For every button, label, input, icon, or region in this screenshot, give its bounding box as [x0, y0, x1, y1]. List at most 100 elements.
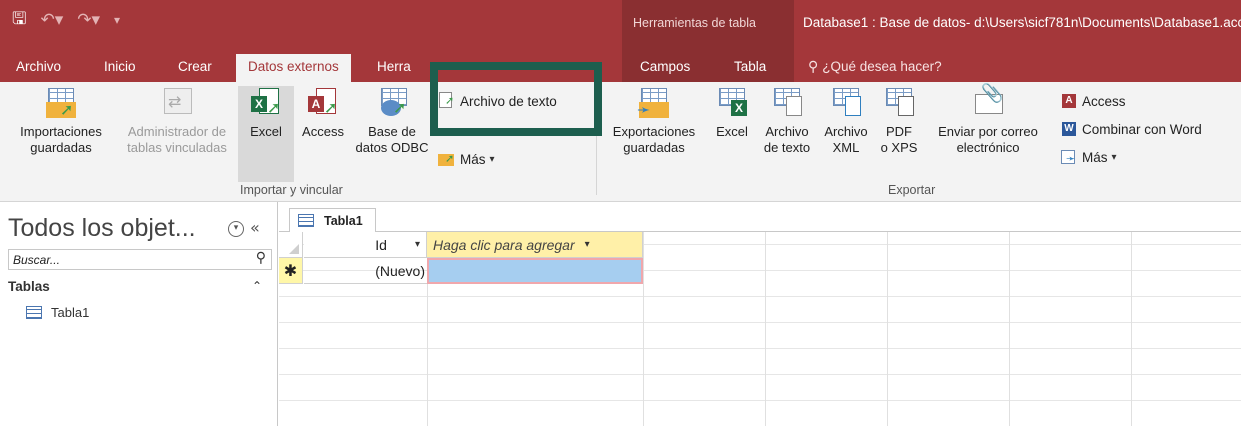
- export-more-button[interactable]: ➛ Más ▾: [1060, 148, 1117, 166]
- ribbon-tabs: Archivo Inicio Crear Datos externos Herr…: [0, 52, 1241, 82]
- quick-access-toolbar: 🖫 ↶▾ ↷▾ ▾: [12, 8, 120, 32]
- export-xml-button[interactable]: Archivo XML: [818, 86, 874, 156]
- cell-add-new[interactable]: [427, 258, 643, 284]
- nav-search-input[interactable]: [9, 250, 239, 269]
- tab-herramientas[interactable]: Herra: [377, 59, 411, 74]
- save-icon[interactable]: 🖫: [12, 6, 26, 35]
- saved-imports-icon: ➚: [44, 86, 78, 120]
- import-excel-label: Excel: [250, 124, 282, 139]
- excel-icon: X ➚: [249, 86, 283, 120]
- word-merge-button[interactable]: W Combinar con Word: [1060, 120, 1202, 138]
- customize-qat-icon[interactable]: ▾: [114, 13, 120, 27]
- nav-menu-chevron-icon[interactable]: ▾: [228, 221, 244, 237]
- word-merge-label: Combinar con Word: [1082, 121, 1202, 137]
- highlight-callout: [430, 62, 602, 136]
- saved-imports-label: Importaciones: [20, 124, 102, 139]
- select-all-button[interactable]: [279, 232, 303, 258]
- document-tab-label: Tabla1: [324, 213, 363, 228]
- import-access-button[interactable]: A ➚ Access: [296, 86, 350, 140]
- odbc-label-2: datos ODBC: [355, 140, 429, 155]
- nav-item-label: Tabla1: [51, 305, 90, 320]
- export-excel-button[interactable]: X Excel: [708, 86, 756, 140]
- import-access-label: Access: [302, 124, 344, 139]
- export-pdf-icon: [882, 86, 916, 120]
- undo-icon[interactable]: ↶▾: [40, 10, 63, 30]
- linked-table-manager-icon: ⇄: [160, 86, 194, 120]
- tab-archivo[interactable]: Archivo: [16, 59, 61, 74]
- table-icon: [298, 214, 314, 227]
- export-text-label-2: de texto: [763, 140, 811, 155]
- ribbon: ➚ Importaciones guardadas ⇄ Administrado…: [0, 82, 1241, 202]
- linked-table-manager-button: ⇄ Administrador de tablas vinculadas: [118, 86, 236, 156]
- export-access-label: Access: [1082, 93, 1126, 109]
- column-header-add[interactable]: Haga clic para agregar ▾: [427, 232, 643, 258]
- import-more-button[interactable]: ➚ Más ▾: [438, 150, 495, 168]
- export-excel-label: Excel: [716, 124, 748, 139]
- export-text-file-button[interactable]: Archivo de texto: [756, 86, 818, 156]
- chevron-down-icon: ▾: [1111, 151, 1117, 163]
- tab-crear[interactable]: Crear: [178, 59, 212, 74]
- nav-section-tablas[interactable]: Tablas ⌃: [8, 279, 272, 299]
- import-excel-button[interactable]: X ➚ Excel: [238, 86, 294, 182]
- email-export-label: Enviar por correo: [938, 124, 1038, 139]
- chevron-up-icon: ⌃: [251, 279, 262, 293]
- export-excel-icon: X: [715, 86, 749, 120]
- document-tabs: Tabla1: [279, 202, 1241, 233]
- tab-tabla1[interactable]: Tabla1: [289, 208, 376, 233]
- export-pdf-button[interactable]: PDF o XPS: [876, 86, 922, 156]
- saved-exports-label-2: guardadas: [623, 140, 685, 155]
- tab-campos[interactable]: Campos: [640, 59, 690, 74]
- redo-icon[interactable]: ↷▾: [77, 10, 100, 30]
- email-export-button[interactable]: 📎 Enviar por correo electrónico: [926, 85, 1050, 156]
- saved-exports-button[interactable]: ➛ Exportaciones guardadas: [602, 86, 706, 156]
- collapse-pane-icon[interactable]: «: [250, 218, 260, 237]
- access-icon: A ➚: [306, 86, 340, 120]
- tab-tabla[interactable]: Tabla: [734, 59, 766, 74]
- search-icon[interactable]: ⚲: [256, 250, 266, 266]
- chevron-down-icon: ▾: [489, 153, 495, 165]
- email-attachment-icon: 📎: [971, 85, 1005, 120]
- table-tools-label: Herramientas de tabla: [633, 16, 756, 30]
- nav-item-tabla1[interactable]: Tabla1: [26, 305, 89, 320]
- column-header-id[interactable]: Id ▾: [304, 232, 427, 258]
- export-group-label: Exportar: [888, 183, 936, 197]
- import-odbc-button[interactable]: ➚ Base de datos ODBC: [352, 86, 432, 156]
- export-pdf-label: PDF: [886, 124, 912, 139]
- email-export-label-2: electrónico: [956, 140, 1020, 155]
- document-title: Database1 : Base de datos- d:\Users\sicf…: [803, 15, 1241, 30]
- chevron-down-icon[interactable]: ▾: [585, 239, 590, 250]
- linked-table-manager-label-2: tablas vinculadas: [127, 140, 227, 155]
- saved-exports-icon: ➛: [637, 86, 671, 120]
- nav-section-label: Tablas: [8, 279, 50, 294]
- export-pdf-label-2: o XPS: [880, 140, 918, 155]
- add-column-label: Haga clic para agregar: [433, 236, 575, 253]
- column-header-label: Id: [375, 236, 387, 253]
- export-xml-label: Archivo: [824, 124, 868, 139]
- cell-id-new[interactable]: (Nuevo): [304, 258, 427, 284]
- more-import-label: Más: [460, 151, 486, 167]
- navigation-pane: Todos los objet... ▾ « ⚲ Tablas ⌃ Tabla1: [0, 202, 278, 426]
- table-icon: [26, 306, 42, 319]
- odbc-label: Base de: [368, 124, 416, 139]
- tell-me-search[interactable]: ⚲ ¿Qué desea hacer?: [808, 59, 942, 75]
- more-export-icon: ➛: [1060, 148, 1078, 166]
- word-icon: W: [1060, 120, 1078, 138]
- access-small-icon: A: [1060, 92, 1078, 110]
- export-access-button[interactable]: A Access: [1060, 92, 1126, 110]
- import-group-label: Importar y vincular: [240, 183, 343, 197]
- new-record-selector[interactable]: ✱: [279, 258, 303, 284]
- saved-imports-button[interactable]: ➚ Importaciones guardadas: [6, 86, 116, 156]
- tell-me-label: ¿Qué desea hacer?: [822, 59, 942, 74]
- chevron-down-icon[interactable]: ▾: [415, 239, 420, 250]
- export-xml-icon: [829, 86, 863, 120]
- more-import-icon: ➚: [438, 150, 456, 168]
- title-bar: 🖫 ↶▾ ↷▾ ▾ Herramientas de tabla Database…: [0, 0, 1241, 52]
- tab-inicio[interactable]: Inicio: [104, 59, 136, 74]
- odbc-database-icon: ➚: [375, 86, 409, 120]
- datasheet: Id ▾ Haga clic para agregar ▾ ✱ (Nuevo): [279, 232, 1241, 426]
- nav-title[interactable]: Todos los objet...: [8, 214, 196, 243]
- export-text-icon: [770, 86, 804, 120]
- more-export-label: Más: [1082, 149, 1108, 165]
- tab-datos-externos[interactable]: Datos externos: [236, 54, 351, 82]
- lightbulb-icon: ⚲: [808, 59, 819, 75]
